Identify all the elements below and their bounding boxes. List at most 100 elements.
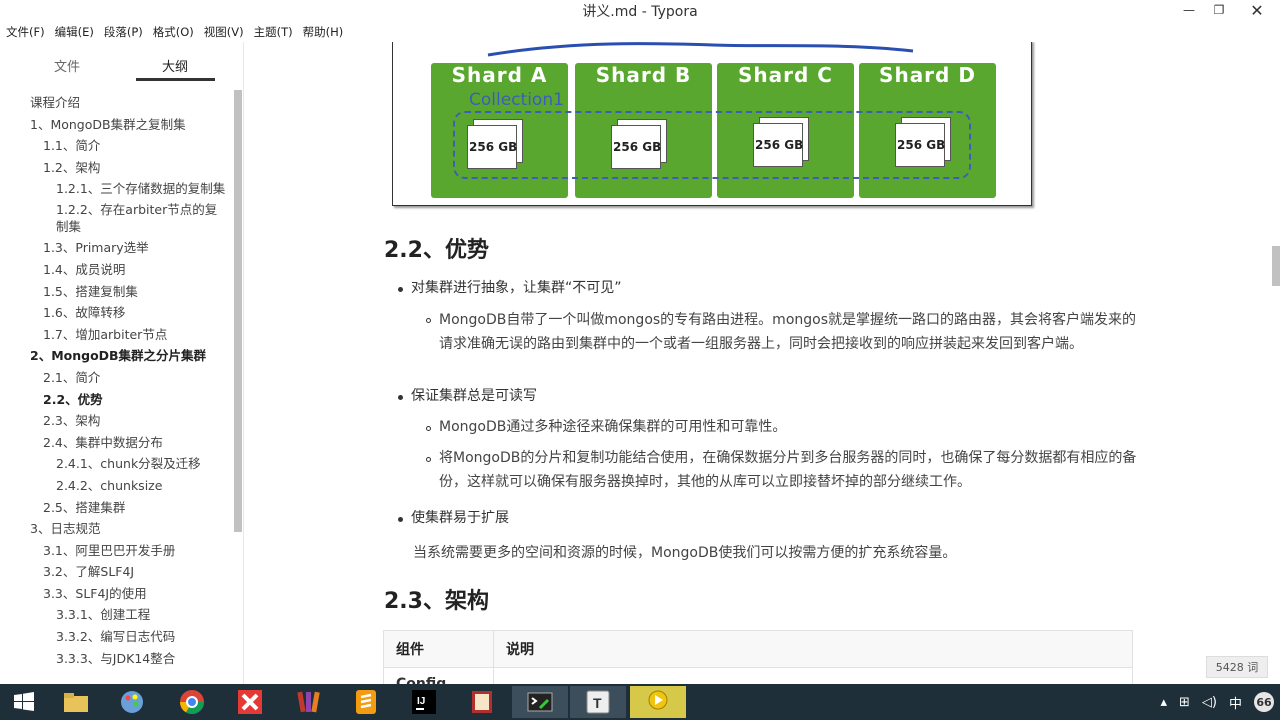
collection-boundary bbox=[453, 111, 971, 179]
outline-item[interactable]: 1.2.1、三个存储数据的复制集 bbox=[0, 180, 234, 197]
start-button[interactable] bbox=[0, 686, 48, 718]
table-header-description: 说明 bbox=[493, 630, 1133, 668]
system-tray: ▴ ⊞ ◁) 中 66 bbox=[1160, 684, 1280, 720]
outline-item[interactable]: 3.3.1、创建工程 bbox=[0, 606, 234, 623]
editor-scrollbar[interactable] bbox=[1272, 246, 1280, 286]
menu-view[interactable]: 视图(V) bbox=[204, 24, 244, 40]
outline-item[interactable]: 1.3、Primary选举 bbox=[0, 239, 234, 256]
disk-a: 256 GB bbox=[467, 119, 523, 171]
components-table: 组件 说明 Config bbox=[383, 630, 1133, 684]
sublime-app[interactable] bbox=[338, 686, 394, 718]
file-explorer-app[interactable] bbox=[48, 686, 104, 718]
sublime-icon bbox=[356, 690, 376, 714]
outline-item[interactable]: 3.1、阿里巴巴开发手册 bbox=[0, 542, 234, 559]
paragraph-scaling: 当系统需要更多的空间和资源的时候，MongoDB使我们可以按需方便的扩充系统容量… bbox=[413, 545, 957, 561]
active-tab-indicator bbox=[136, 78, 215, 81]
network-icon[interactable]: ⊞ bbox=[1179, 695, 1190, 710]
typora-app[interactable]: T bbox=[570, 686, 626, 718]
close-button[interactable]: ✕ bbox=[1234, 0, 1280, 20]
tab-outline[interactable]: 大纲 bbox=[162, 56, 188, 75]
disk-c-label: 256 GB bbox=[755, 138, 804, 152]
typora-icon: T bbox=[586, 690, 610, 714]
disk-d-label: 256 GB bbox=[897, 138, 946, 152]
menu-theme[interactable]: 主题(T) bbox=[254, 24, 293, 40]
restore-button[interactable]: ❐ bbox=[1204, 0, 1234, 20]
list-item-abstract: 对集群进行抽象，让集群“不可见” bbox=[411, 280, 622, 296]
list-item-availability: MongoDB通过多种途径来确保集群的可用性和可靠性。 bbox=[439, 419, 787, 435]
ime-indicator[interactable]: 中 bbox=[1229, 693, 1242, 712]
table-row: Config bbox=[383, 667, 1133, 684]
outline-list: 课程介绍 1、MongoDB集群之复制集 1.1、简介 1.2、架构 1.2.1、三个存… bbox=[0, 94, 234, 671]
outline-item[interactable]: 3.2、了解SLF4J bbox=[0, 563, 234, 580]
window-controls: — ❐ ✕ bbox=[1174, 0, 1280, 22]
disk-d: 256 GB bbox=[895, 117, 951, 169]
minimize-button[interactable]: — bbox=[1174, 0, 1204, 20]
disk-b-label: 256 GB bbox=[613, 140, 662, 154]
play-icon bbox=[648, 690, 668, 710]
list-item-readwrite: 保证集群总是可读写 bbox=[411, 388, 537, 404]
tab-files[interactable]: 文件 bbox=[54, 56, 80, 75]
outline-item[interactable]: 1.1、简介 bbox=[0, 137, 234, 154]
list-item-backup: 将MongoDB的分片和复制功能结合使用，在确保数据分片到多台服务器的同时，也确… bbox=[439, 450, 1137, 490]
sidebar: 文件 大纲 课程介绍 1、MongoDB集群之复制集 1.1、简介 1.2、架构 1.2… bbox=[0, 42, 300, 684]
xmind-app[interactable] bbox=[222, 686, 278, 718]
editor-content[interactable]: Shard A Shard B Shard C Shard D Collecti… bbox=[244, 42, 1280, 684]
outline-item[interactable]: 课程介绍 bbox=[0, 94, 234, 111]
outline-item[interactable]: 2、MongoDB集群之分片集群 bbox=[0, 347, 234, 364]
sub-bullet-1 bbox=[426, 318, 431, 323]
recorder-app[interactable] bbox=[630, 686, 686, 718]
chrome-app[interactable] bbox=[164, 686, 220, 718]
bullet-2 bbox=[398, 395, 403, 400]
outline-item[interactable]: 1.5、搭建复制集 bbox=[0, 283, 234, 300]
outline-item[interactable]: 2.1、简介 bbox=[0, 369, 234, 386]
tray-up-arrow-icon[interactable]: ▴ bbox=[1160, 695, 1167, 710]
heading-2-2: 2.2、优势 bbox=[384, 238, 489, 263]
menu-help[interactable]: 帮助(H) bbox=[303, 24, 344, 40]
sub-bullet-3 bbox=[426, 457, 431, 462]
outline-item[interactable]: 1.6、故障转移 bbox=[0, 304, 234, 321]
terminal-app[interactable] bbox=[512, 686, 568, 718]
outline-item[interactable]: 2.2、优势 bbox=[0, 391, 234, 408]
intellij-app[interactable]: IJ bbox=[396, 686, 452, 718]
outline-item[interactable]: 3.3.2、编写日志代码 bbox=[0, 628, 234, 645]
outline-item[interactable]: 3、日志规范 bbox=[0, 520, 234, 537]
shard-a-title: Shard A bbox=[451, 63, 548, 87]
sidebar-footer: ‹ </> bbox=[0, 656, 300, 684]
menu-bar: 文件(F) 编辑(E) 段落(P) 格式(O) 视图(V) 主题(T) 帮助(H… bbox=[0, 22, 1280, 42]
outline-item[interactable]: 1.2.2、存在arbiter节点的复制集 bbox=[0, 201, 234, 235]
bullet-1 bbox=[398, 287, 403, 292]
bullet-3 bbox=[398, 517, 403, 522]
outline-item[interactable]: 2.3、架构 bbox=[0, 412, 234, 429]
paint-app[interactable] bbox=[104, 686, 160, 718]
folder-icon bbox=[64, 693, 88, 712]
menu-edit[interactable]: 编辑(E) bbox=[55, 24, 94, 40]
list-item-scaling: 使集群易于扩展 bbox=[411, 510, 509, 526]
diagram-curve bbox=[487, 42, 914, 57]
palette-icon bbox=[121, 691, 143, 713]
outline-item[interactable]: 3.3、SLF4J的使用 bbox=[0, 585, 234, 602]
books-icon bbox=[297, 691, 320, 713]
outline-item[interactable]: 1.4、成员说明 bbox=[0, 261, 234, 278]
notebook-app[interactable] bbox=[454, 686, 510, 718]
outline-item[interactable]: 2.4、集群中数据分布 bbox=[0, 434, 234, 451]
sidebar-scrollbar[interactable] bbox=[234, 90, 242, 532]
collection-label: Collection1 bbox=[469, 90, 564, 110]
outline-item[interactable]: 1.2、架构 bbox=[0, 159, 234, 176]
outline-item[interactable]: 1、MongoDB集群之复制集 bbox=[0, 116, 234, 133]
menu-paragraph[interactable]: 段落(P) bbox=[104, 24, 143, 40]
winrar-app[interactable] bbox=[280, 686, 336, 718]
table-cell-config: Config bbox=[383, 667, 494, 684]
sidebar-tabs: 文件 大纲 bbox=[0, 42, 243, 82]
word-count[interactable]: 5428 词 bbox=[1206, 656, 1268, 678]
outline-item[interactable]: 1.7、增加arbiter节点 bbox=[0, 326, 234, 343]
tray-badge[interactable]: 66 bbox=[1254, 692, 1274, 712]
svg-text:IJ: IJ bbox=[417, 696, 425, 707]
volume-icon[interactable]: ◁) bbox=[1202, 695, 1217, 710]
outline-item[interactable]: 2.4.1、chunk分裂及迁移 bbox=[0, 455, 234, 472]
outline-item[interactable]: 2.5、搭建集群 bbox=[0, 499, 234, 516]
outline-item[interactable]: 2.4.2、chunksize bbox=[0, 477, 234, 494]
table-header-component: 组件 bbox=[383, 630, 494, 668]
heading-2-3: 2.3、架构 bbox=[384, 589, 489, 614]
menu-file[interactable]: 文件(F) bbox=[6, 24, 45, 40]
menu-format[interactable]: 格式(O) bbox=[153, 24, 194, 40]
